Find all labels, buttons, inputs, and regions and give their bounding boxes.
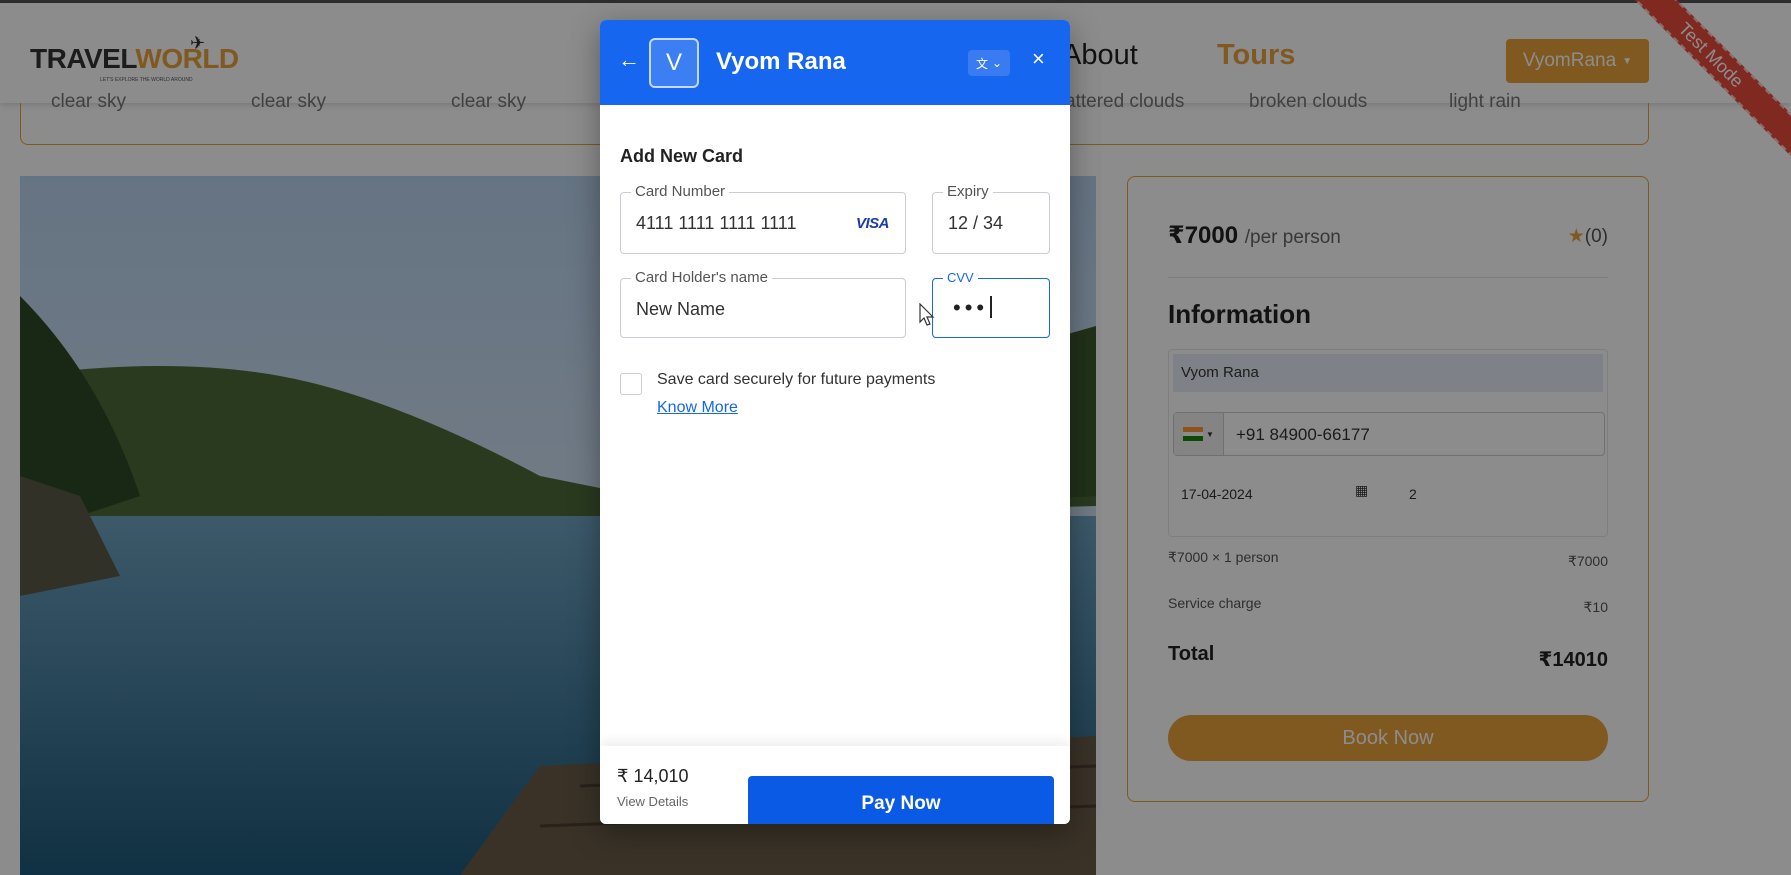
modal-footer: ₹ 14,010 View Details Pay Now	[600, 746, 1070, 824]
text-cursor	[990, 296, 993, 318]
cvv-input[interactable]: •••	[953, 295, 993, 321]
close-icon[interactable]: ×	[1032, 46, 1045, 72]
save-card-checkbox[interactable]	[620, 373, 642, 395]
card-holder-label: Card Holder's name	[631, 269, 772, 286]
section-title: Add New Card	[620, 146, 744, 166]
translate-icon: 文	[975, 56, 988, 71]
mouse-pointer-icon	[919, 303, 935, 326]
expiry-field[interactable]: Expiry 12 / 34	[932, 183, 1050, 254]
back-arrow-icon[interactable]: ←	[618, 48, 642, 72]
card-number-field[interactable]: Card Number 4111 1111 1111 1111 VISA	[620, 183, 906, 254]
visa-logo-icon: VISA	[855, 215, 890, 232]
cvv-masked-value: •••	[953, 295, 989, 320]
language-selector[interactable]: 文 ⌄	[968, 50, 1010, 76]
know-more-link[interactable]: Know More	[657, 399, 738, 417]
card-holder-input[interactable]: New Name	[636, 299, 725, 320]
card-holder-field[interactable]: Card Holder's name New Name	[620, 269, 906, 338]
card-number-label: Card Number	[631, 183, 730, 200]
expiry-label: Expiry	[943, 183, 993, 200]
chevron-down-icon: ⌄	[991, 56, 1003, 70]
payment-modal: ← V Vyom Rana 文 ⌄ × Add New Card Card Nu…	[600, 20, 1070, 824]
pay-now-button[interactable]: Pay Now	[748, 776, 1054, 824]
modal-header: ← V Vyom Rana 文 ⌄ ×	[600, 20, 1070, 105]
cvv-field[interactable]: CVV •••	[932, 270, 1050, 338]
expiry-input[interactable]: 12 / 34	[948, 213, 1003, 234]
view-details-link[interactable]: View Details	[617, 794, 688, 809]
cvv-label: CVV	[943, 270, 978, 285]
modal-title: Vyom Rana	[716, 48, 846, 75]
save-card-label: Save card securely for future payments	[657, 371, 936, 388]
amount: ₹ 14,010	[617, 766, 689, 786]
card-number-input[interactable]: 4111 1111 1111 1111	[636, 213, 796, 234]
avatar: V	[649, 38, 699, 88]
